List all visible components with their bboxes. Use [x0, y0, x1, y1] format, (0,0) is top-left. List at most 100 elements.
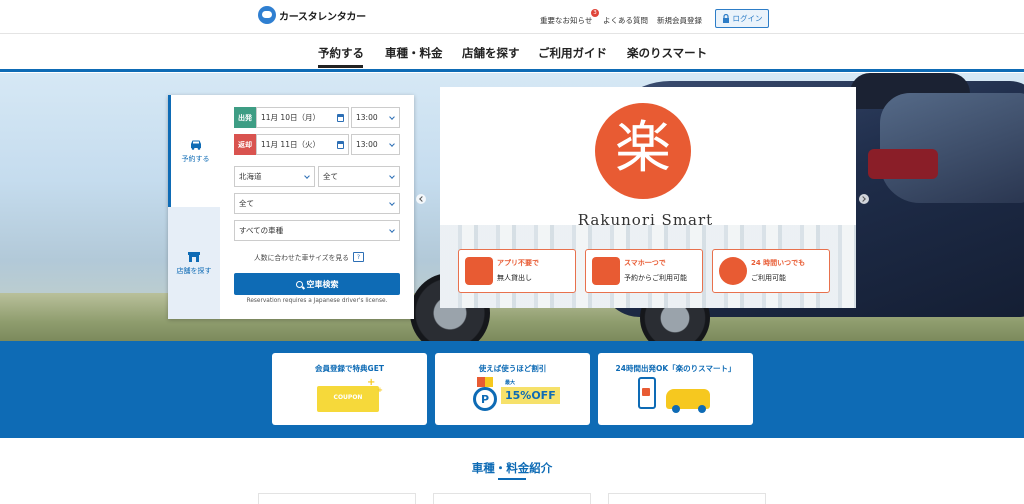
return-date-value: 11月 11日（火） — [261, 140, 320, 149]
section-title-underline — [498, 478, 526, 480]
departure-row: 出発 11月 10日（月） 13:00 — [234, 107, 400, 128]
depart-time-value: 13:00 — [356, 113, 378, 122]
raku-logo-glyph: 楽 — [615, 116, 671, 181]
section-title: 車種・料金紹介 — [471, 461, 553, 475]
area-value: 全て — [323, 172, 338, 181]
chevron-down-icon — [389, 141, 395, 147]
van-wheel-icon — [698, 405, 706, 413]
feature-3-text: ご利用可能 — [751, 274, 786, 282]
carousel-prev-button[interactable] — [416, 194, 426, 204]
rakunori-brand-text: Rakunori Smart — [577, 211, 714, 229]
car-taillight — [868, 149, 938, 179]
nav-car-types[interactable]: 車種・料金 — [385, 45, 443, 61]
top-header: カースタレンタカー 重要なお知らせ 3 よくある質問 新規会員登録 ログイン — [0, 0, 1024, 34]
return-date-field[interactable]: 11月 11日（火） — [256, 134, 349, 155]
search-button-label: 空車検索 — [306, 279, 339, 289]
feature-3-headline: 24 時間いつでも — [751, 259, 806, 267]
depart-date-value: 11月 10日（月） — [261, 113, 320, 122]
depart-time-select[interactable]: 13:00 — [351, 107, 400, 128]
tab-find-store-label: 店舗を探す — [176, 266, 212, 275]
area-select[interactable]: 全て — [318, 166, 400, 187]
discount-max-label: 最大 — [505, 380, 516, 386]
search-button[interactable]: 空車検索 — [234, 273, 400, 295]
prefecture-value: 北海道 — [239, 172, 262, 181]
car-class-select[interactable]: すべての車種 — [234, 220, 400, 241]
login-label: ログイン — [732, 14, 763, 23]
car-icon — [190, 140, 201, 150]
booking-panel: 予約する 店舗を探す 出発 11月 10日（月） 13:00 返却 11月 11… — [168, 95, 414, 319]
notice-count-badge: 3 — [591, 9, 599, 17]
car-class-value: すべての車種 — [239, 226, 284, 235]
car-type-card[interactable] — [433, 493, 591, 504]
car-size-hint-link[interactable]: 人数に合わせた車サイズを見る ? — [254, 252, 364, 262]
return-row: 返却 11月 11日（火） 13:00 — [234, 134, 400, 155]
store-value: 全て — [239, 199, 254, 208]
main-nav: 予約する 車種・料金 店舗を探す ご利用ガイド 楽のりスマート — [0, 34, 1024, 72]
car-window — [880, 93, 1024, 203]
card-2-title: 使えば使うほど割引 — [478, 364, 547, 373]
car-type-card[interactable] — [608, 493, 766, 504]
chevron-down-icon — [389, 227, 395, 233]
tab-reserve-label: 予約する — [181, 154, 210, 163]
feature-2-headline: スマホ一つで — [624, 259, 666, 267]
prefecture-select[interactable]: 北海道 — [234, 166, 315, 187]
chevron-down-icon — [389, 173, 395, 179]
depart-date-field[interactable]: 11月 10日（月） — [256, 107, 349, 128]
tab-reserve[interactable]: 予約する — [168, 95, 220, 207]
nav-rakunori-smart[interactable]: 楽のりスマート — [627, 45, 707, 61]
signup-link[interactable]: 新規会員登録 — [657, 15, 702, 26]
mascot-icon — [258, 6, 276, 24]
car-type-card[interactable] — [258, 493, 416, 504]
search-icon — [295, 280, 303, 288]
help-icon: ? — [352, 252, 364, 262]
important-notice-link[interactable]: 重要なお知らせ — [540, 15, 592, 26]
tab-find-store[interactable]: 店舗を探す — [168, 207, 220, 319]
sparkle-icon: + — [377, 386, 383, 394]
calendar-icon — [337, 141, 344, 149]
feature-1-headline: アプリ不要で — [497, 259, 539, 267]
store-icon — [188, 251, 200, 262]
medal-ribbon-icon — [477, 377, 493, 387]
card-1-title: 会員登録で特典GET — [315, 364, 384, 373]
lock-icon — [722, 14, 729, 23]
card-3-title: 24時間出発OK「楽のりスマート」 — [615, 364, 736, 373]
feature-smartphone: スマホ一つで 予約からご利用可能 — [585, 249, 703, 293]
site-logo[interactable]: カースタレンタカー — [258, 6, 366, 24]
faq-link[interactable]: よくある質問 — [603, 15, 648, 26]
carousel-next-button[interactable] — [859, 194, 869, 204]
card-member-benefit[interactable]: 会員登録で特典GET COUPON + + — [272, 353, 427, 425]
points-medal-icon: P — [473, 387, 497, 411]
card-rakunori-smart[interactable]: 24時間出発OK「楽のりスマート」 — [598, 353, 753, 425]
chevron-down-icon — [304, 173, 310, 179]
return-time-select[interactable]: 13:00 — [351, 134, 400, 155]
nav-find-store[interactable]: 店舗を探す — [462, 45, 520, 61]
depart-label: 出発 — [234, 107, 256, 128]
smartphone-icon — [592, 257, 620, 285]
license-note: Reservation requires a Japanese driver's… — [246, 298, 388, 304]
return-label: 返却 — [234, 134, 256, 155]
nav-reserve[interactable]: 予約する — [318, 45, 364, 61]
coupon-art-text: COUPON — [333, 394, 363, 401]
chevron-down-icon — [389, 200, 395, 206]
sparkle-icon: + — [367, 377, 376, 388]
feature-1-text: 無人貸出し — [497, 274, 532, 282]
return-time-value: 13:00 — [356, 140, 378, 149]
raku-icon — [465, 257, 493, 285]
login-button[interactable]: ログイン — [715, 9, 769, 28]
page: カースタレンタカー 重要なお知らせ 3 よくある質問 新規会員登録 ログイン 予… — [0, 0, 1024, 504]
feature-2-text: 予約からご利用可能 — [624, 274, 687, 282]
discount-15-off: 15%OFF — [501, 387, 560, 404]
clock-icon — [719, 257, 747, 285]
booking-tabs: 予約する 店舗を探す — [168, 95, 220, 319]
calendar-icon — [337, 114, 344, 122]
chevron-down-icon — [389, 114, 395, 120]
nav-active-indicator — [318, 65, 363, 68]
feature-24h: 24 時間いつでも ご利用可能 — [712, 249, 830, 293]
car-size-hint-text: 人数に合わせた車サイズを見る — [254, 254, 349, 262]
card-discount[interactable]: 使えば使うほど割引 P 最大 15%OFF — [435, 353, 590, 425]
logo-text: カースタレンタカー — [279, 11, 366, 23]
store-select[interactable]: 全て — [234, 193, 400, 214]
nav-guide[interactable]: ご利用ガイド — [538, 45, 607, 61]
feature-app-free: アプリ不要で 無人貸出し — [458, 249, 576, 293]
lock-icon — [642, 388, 650, 396]
